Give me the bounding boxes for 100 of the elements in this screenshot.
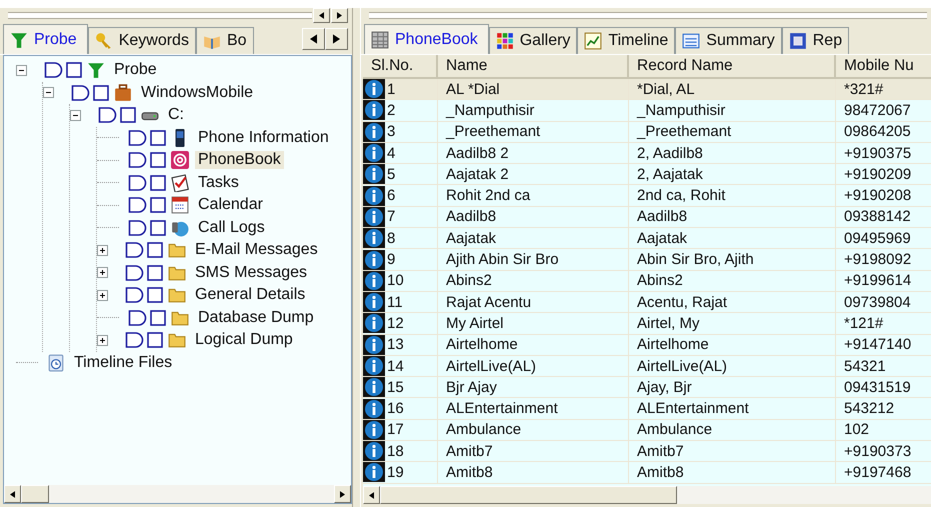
table-row[interactable]: 14 AirtelLive(AL) AirtelLive(AL) 54321 (363, 356, 931, 378)
checkbox[interactable] (150, 197, 166, 214)
tab[interactable]: PhoneBook (364, 24, 489, 54)
table-cell: Airtelhome (637, 336, 709, 354)
table-cell: AirtelLive(AL) (446, 358, 536, 374)
table-cell: 13 (387, 336, 404, 354)
tree-item[interactable]: Timeline Files (71, 354, 176, 372)
table-cell: _Namputhisir (637, 102, 726, 119)
table-row[interactable]: 3 _Preethemant _Preethemant 09864205 (363, 122, 931, 143)
checkbox[interactable] (93, 84, 109, 101)
tab[interactable]: Probe (3, 24, 88, 54)
scrollbar-thumb[interactable] (380, 486, 677, 504)
table-cell: Aajatak (637, 230, 688, 247)
d-shape-icon (125, 287, 144, 304)
checkbox[interactable] (147, 264, 163, 281)
d-shape-icon (125, 332, 144, 348)
info-icon (363, 420, 385, 440)
scroll-left-button[interactable] (313, 8, 330, 23)
checkbox[interactable] (147, 332, 163, 348)
left-arrow-icon (319, 12, 324, 19)
table-cell: 102 (844, 421, 870, 438)
expand-toggle[interactable] (97, 244, 108, 256)
table-row[interactable]: 11 Rajat Acentu Acentu, Rajat 09739804 (363, 292, 931, 314)
tree-item[interactable]: Calendar (195, 196, 266, 214)
table-cell: Amitb8 (637, 464, 684, 481)
gripper-bar[interactable] (8, 12, 312, 19)
scroll-left-button[interactable] (302, 28, 325, 50)
table-cell: 9 (387, 251, 396, 268)
tab[interactable]: Timeline (577, 27, 676, 54)
clock-icon (47, 354, 65, 372)
table-cell: 2 (387, 102, 396, 119)
checkbox[interactable] (150, 174, 166, 191)
tree-item[interactable]: SMS Messages (192, 264, 310, 282)
left-arrow-icon (10, 490, 15, 498)
tree-item[interactable]: Call Logs (195, 218, 268, 237)
line-chart-icon (584, 32, 602, 50)
tab[interactable]: Summary (675, 27, 782, 54)
scrollbar-thumb[interactable] (21, 485, 49, 503)
tab[interactable]: Keywords (88, 27, 196, 54)
table-row[interactable]: 8 Aajatak Aajatak 09495969 (363, 228, 931, 250)
table-cell: 09739804 (844, 294, 911, 311)
d-shape-icon (128, 310, 147, 326)
table-row[interactable]: 6 Rohit 2nd ca 2nd ca, Rohit +9190208 (363, 185, 931, 207)
collapse-toggle[interactable] (16, 64, 27, 76)
scroll-left-button[interactable] (4, 485, 21, 503)
checkbox[interactable] (120, 107, 136, 124)
info-icon (363, 228, 385, 248)
table-row[interactable]: 4 Aadilb8 2 2, Aadilb8 +9190375 (363, 142, 931, 164)
table-row[interactable]: 18 Amitb7 Amitb7 +9190373 (363, 441, 931, 462)
table-row[interactable]: 2 _Namputhisir _Namputhisir 98472067 (363, 100, 931, 122)
checkbox[interactable] (150, 310, 166, 326)
tree-item[interactable]: PhoneBook (195, 151, 284, 170)
table-row[interactable]: 13 Airtelhome Airtelhome +9147140 (363, 334, 931, 356)
scroll-right-button[interactable] (334, 485, 351, 503)
checkbox[interactable] (150, 220, 166, 236)
checkbox[interactable] (66, 62, 82, 78)
table-row[interactable]: 9 Ajith Abin Sir Bro Abin Sir Bro, Ajith +9198092 (363, 249, 931, 271)
table-row[interactable]: 1 AL *Dial *Dial, AL *321# (363, 79, 931, 100)
table-row[interactable]: 17 Ambulance Ambulance 102 (363, 420, 931, 442)
tree-item[interactable]: E-Mail Messages (192, 241, 321, 260)
expand-toggle[interactable] (97, 290, 108, 301)
tree-item[interactable]: Logical Dump (192, 331, 296, 350)
tree-item[interactable]: Phone Information (195, 128, 332, 147)
table-row[interactable]: 7 Aadilb8 Aadilb8 09388142 (363, 206, 931, 228)
info-icon (363, 100, 385, 120)
table-cell: Ajith Abin Sir Bro (446, 251, 559, 268)
tree-item[interactable]: C: (165, 106, 187, 124)
table-cell: Aadilb8 (637, 208, 688, 226)
table-cell: Rohit 2nd ca (446, 187, 530, 204)
expand-toggle[interactable] (97, 267, 108, 278)
tree-item[interactable]: Database Dump (195, 308, 317, 327)
scroll-right-button[interactable] (325, 28, 348, 50)
table-row[interactable]: 19 Amitb8 Amitb8 +9197468 (363, 462, 931, 484)
table-row[interactable]: 16 ALEntertainment ALEntertainment 543212 (363, 398, 931, 420)
tree-item[interactable]: General Details (192, 286, 308, 304)
d-shape-icon (128, 152, 147, 168)
tab[interactable]: Bo (196, 27, 254, 54)
tree-item[interactable]: WindowsMobile (138, 84, 256, 102)
scroll-left-button[interactable] (363, 486, 380, 504)
gripper-bar[interactable] (369, 12, 927, 19)
checkbox[interactable] (147, 242, 163, 258)
tree-item[interactable]: Tasks (195, 174, 242, 192)
table-row[interactable]: 12 My Airtel Airtel, My *121# (363, 313, 931, 335)
tree-item[interactable]: Probe (111, 61, 160, 80)
expand-toggle[interactable] (97, 334, 108, 346)
table-cell: My Airtel (446, 314, 504, 332)
checkbox[interactable] (147, 287, 163, 304)
checkbox[interactable] (150, 152, 166, 168)
tab[interactable]: Rep (782, 27, 850, 54)
scroll-right-button[interactable] (331, 8, 348, 23)
plus-icon (98, 268, 107, 278)
info-icon (363, 270, 385, 291)
table-row[interactable]: 15 Bjr Ajay Ajay, Bjr 09431519 (363, 377, 931, 398)
checkbox[interactable] (150, 130, 166, 146)
calendar-icon (171, 196, 189, 214)
table-row[interactable]: 10 Abins2 Abins2 +9199614 (363, 270, 931, 292)
tab[interactable]: Gallery (488, 27, 578, 54)
collapse-toggle[interactable] (43, 87, 54, 98)
table-row[interactable]: 5 Aajatak 2 2, Aajatak +9190209 (363, 164, 931, 186)
collapse-toggle[interactable] (70, 110, 81, 121)
